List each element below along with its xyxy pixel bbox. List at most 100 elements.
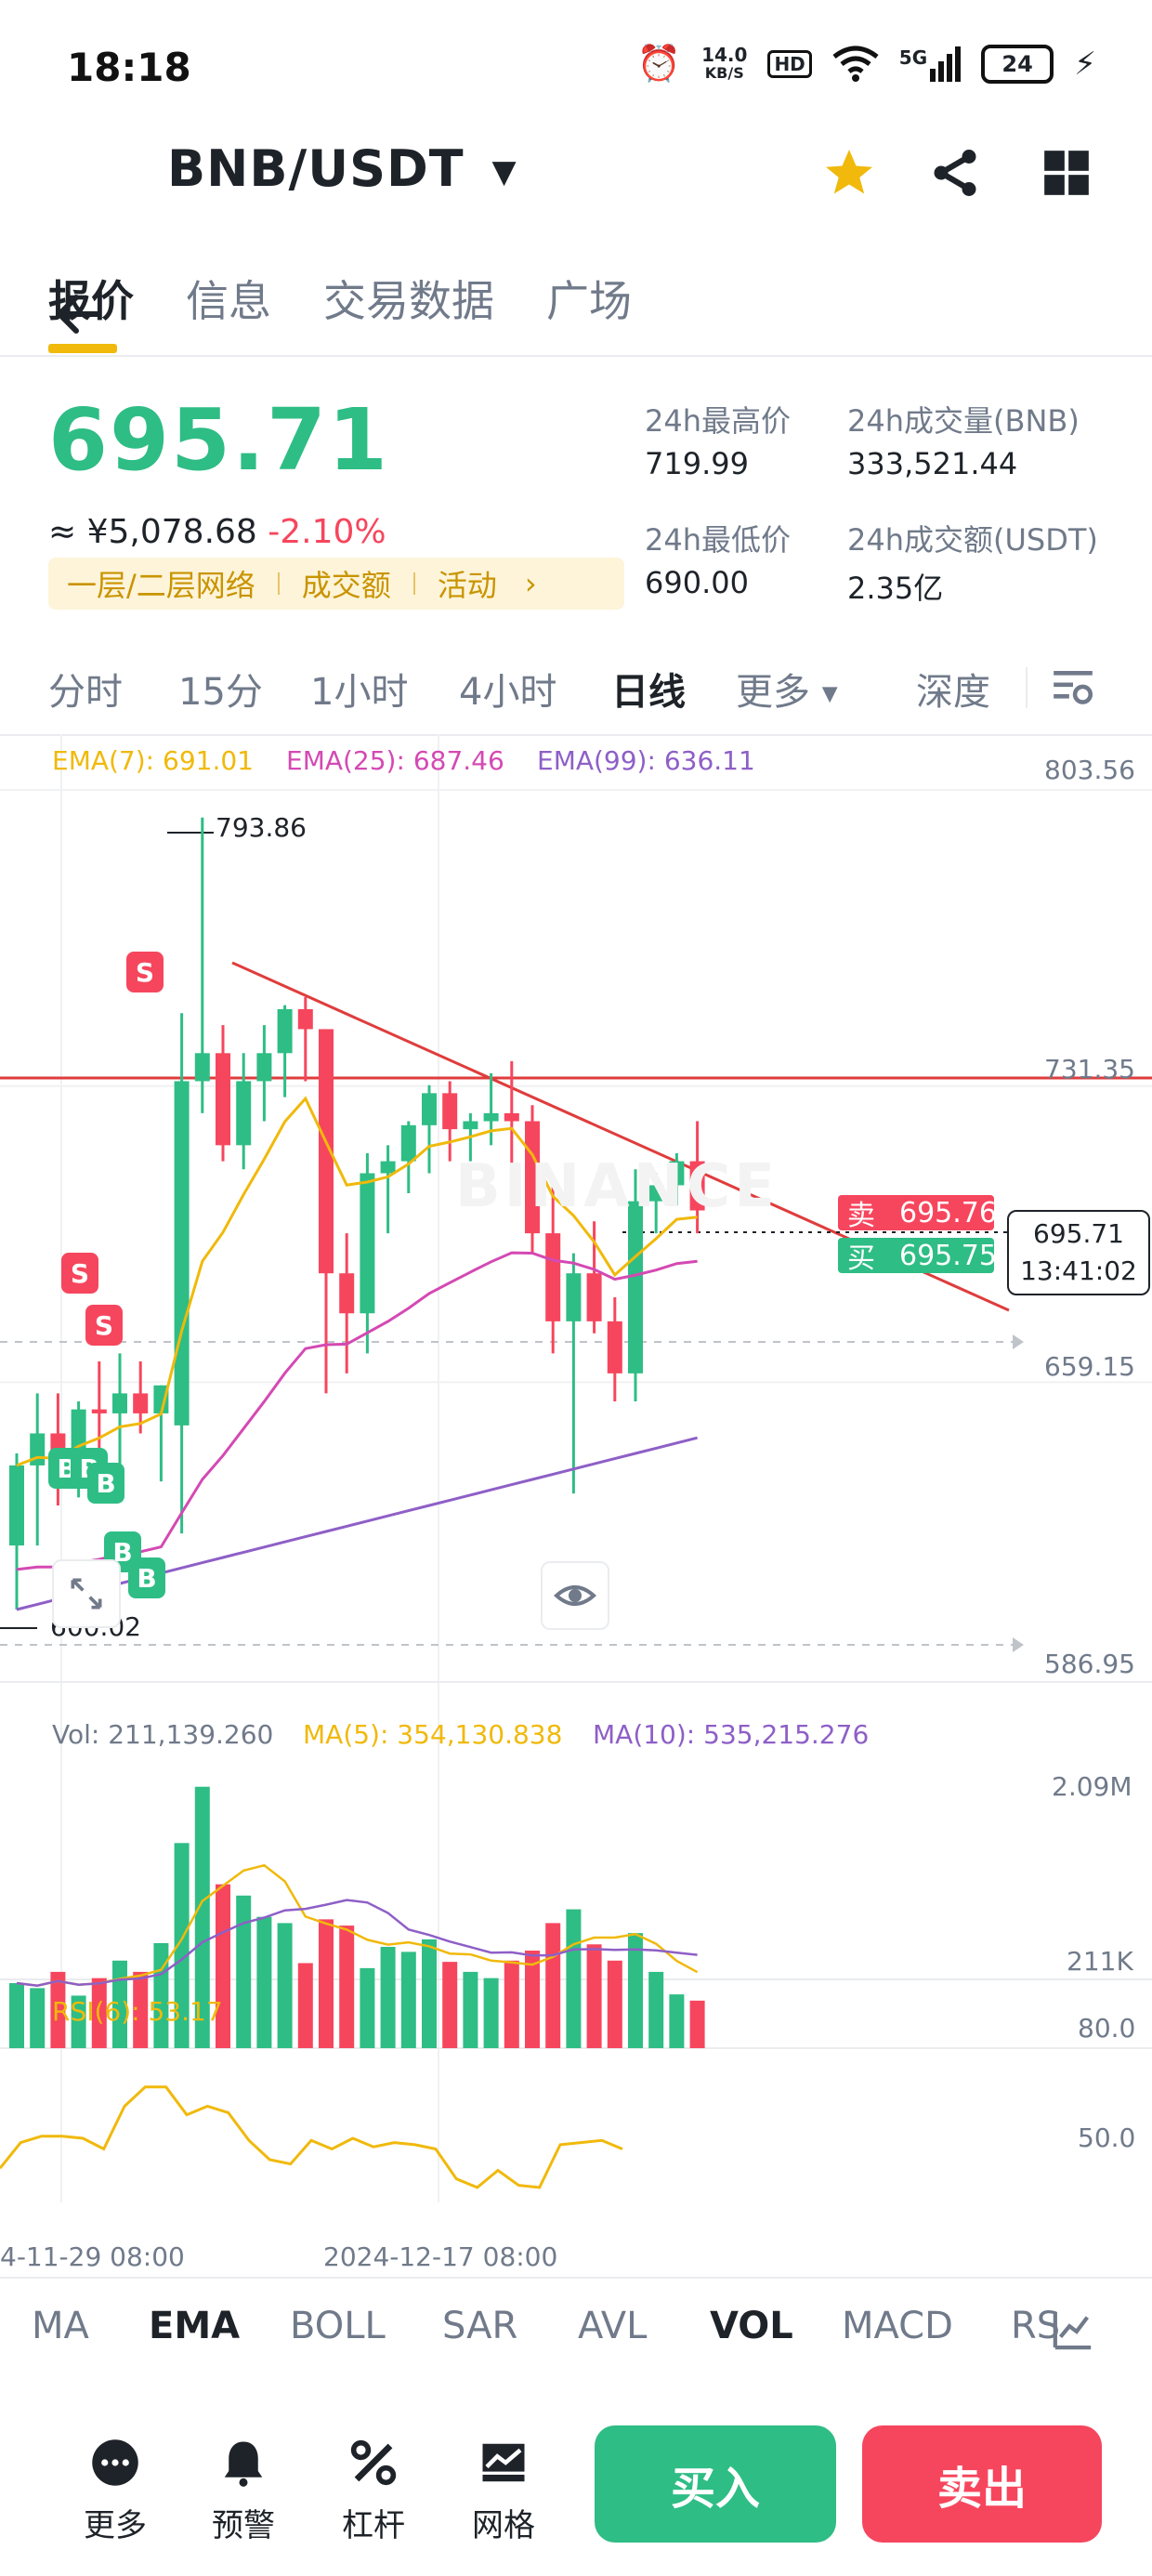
tf-depth[interactable]: 深度 [916, 662, 990, 716]
tabs-divider [0, 355, 1152, 357]
grid-menu-icon[interactable] [1042, 149, 1091, 197]
buy-marker[interactable]: B [87, 1463, 124, 1504]
nav-grid[interactable]: 网格 [448, 2435, 559, 2545]
tf-1d[interactable]: 日线 [611, 662, 686, 716]
indicator-ma[interactable]: MA [32, 2305, 89, 2347]
candle-body [339, 1273, 355, 1314]
tf-4h[interactable]: 4小时 [459, 662, 556, 716]
indicator-boll[interactable]: BOLL [290, 2305, 386, 2347]
tab-square[interactable]: 广场 [546, 268, 632, 329]
volume-bar [297, 1963, 313, 2048]
ema7-legend: EMA(7): 691.01 [52, 745, 254, 776]
bid-tag: 买 695.75 [838, 1238, 997, 1275]
buy-marker[interactable]: B [128, 1557, 165, 1598]
nav-leverage[interactable]: 杠杆 [318, 2435, 429, 2545]
favorite-star-icon[interactable] [821, 145, 877, 201]
speed-unit: KB/S [704, 63, 744, 82]
nav-label: 网格 [472, 2507, 535, 2544]
expand-chart-button[interactable] [52, 1559, 121, 1628]
promo-banner[interactable]: 一层/二层网络 成交额 活动 › [48, 558, 624, 610]
tf-realtime[interactable]: 分时 [48, 662, 123, 716]
volume-bar [30, 1988, 46, 2048]
candle-body [216, 1053, 230, 1146]
volume-bar [256, 1916, 272, 2048]
tf-more[interactable]: 更多 ▼ [736, 662, 838, 716]
network-type: 5G [898, 46, 928, 69]
low-value: 690.00 [645, 565, 749, 600]
sell-marker[interactable]: S [85, 1305, 123, 1346]
last-price: 695.71 [48, 390, 390, 490]
volume-bar [360, 1967, 375, 2048]
indicator-tabs: MA EMA BOLL SAR AVL VOL MACD RS [0, 2305, 1152, 2360]
tf-1h[interactable]: 1小时 [310, 662, 408, 716]
status-time: 18:18 [67, 45, 191, 90]
chart-settings-icon[interactable] [1050, 665, 1096, 712]
sell-button[interactable]: 卖出 [862, 2425, 1102, 2543]
candle-body [256, 1053, 272, 1082]
pair-selector[interactable]: BNB/USDT ▼ [167, 139, 517, 198]
volume-bar [607, 1960, 622, 2048]
hd-icon: HD [767, 49, 812, 78]
network-speed: 14.0 KB/S [701, 46, 747, 83]
date-axis-label: 2024-12-17 08:00 [323, 2241, 558, 2272]
candle-body [236, 1081, 252, 1146]
battery-level: 24 [1001, 50, 1033, 77]
date-axis-divider [0, 2277, 1152, 2279]
volume-bar [380, 1946, 396, 2048]
visibility-toggle-button[interactable] [541, 1561, 609, 1630]
volume-bar [277, 1923, 293, 2048]
pair-name: BNB/USDT [167, 139, 465, 198]
caret-down-icon: ▼ [821, 682, 838, 706]
indicator-avl[interactable]: AVL [578, 2305, 647, 2347]
active-tab-indicator [48, 344, 117, 353]
indicator-macd[interactable]: MACD [842, 2305, 953, 2347]
volume-bar [669, 1994, 685, 2048]
promo-item: 活动 [437, 568, 497, 603]
sell-marker[interactable]: S [61, 1253, 98, 1294]
indicator-sar[interactable]: SAR [442, 2305, 517, 2347]
price-axis-label: 586.95 [1044, 1649, 1135, 1679]
tab-quote[interactable]: 报价 [48, 268, 134, 329]
indicator-ema[interactable]: EMA [149, 2305, 240, 2347]
volume-bar [422, 1939, 437, 2048]
caret-down-icon: ▼ [491, 153, 517, 191]
volume-bar [400, 1952, 416, 2048]
candle-body [628, 1201, 643, 1373]
price-axis-label: 731.35 [1044, 1054, 1135, 1084]
candle-body [133, 1393, 149, 1413]
indicator-settings-icon[interactable] [1052, 2308, 1094, 2351]
candlestick-chart[interactable] [0, 734, 1152, 2277]
buy-button[interactable]: 买入 [595, 2425, 836, 2543]
volume-bar [236, 1895, 252, 2048]
candle-body [483, 1112, 499, 1122]
price-axis-label: 659.15 [1044, 1351, 1135, 1382]
more-dots-icon [87, 2435, 143, 2491]
main-tabs: 报价 信息 交易数据 广场 [48, 268, 632, 329]
chevron-right-icon: › [524, 566, 537, 601]
volume-ma5-legend: MA(5): 354,130.838 [303, 1719, 563, 1750]
expand-icon [71, 1578, 102, 1610]
indicator-vol[interactable]: VOL [710, 2305, 793, 2347]
tf-15m[interactable]: 15分 [178, 662, 263, 716]
ask-price: 695.76 [899, 1196, 997, 1229]
volume-axis-label: 2.09M [1052, 1771, 1132, 1802]
share-icon[interactable] [927, 145, 983, 201]
candle-body [194, 1053, 210, 1082]
volume-bar [442, 1962, 458, 2048]
timeframe-tabs: 分时 15分 1小时 4小时 日线 更多 ▼ 深度 [0, 658, 1152, 723]
candle-body [504, 1112, 519, 1122]
sell-marker[interactable]: S [126, 952, 164, 992]
nav-alert[interactable]: 预警 [188, 2435, 299, 2545]
price-axis-label: 803.56 [1044, 755, 1135, 785]
candle-body [9, 1465, 24, 1546]
dash-arrow [1013, 1637, 1024, 1652]
status-bar: 18:18 ⏰ 14.0 KB/S HD 5G 24 ⚡ [0, 0, 1152, 139]
candle-countdown: 13:41:02 [1020, 1255, 1137, 1286]
tab-trade-data[interactable]: 交易数据 [323, 268, 494, 329]
ask-tag: 卖 695.76 [838, 1195, 997, 1232]
vol-bnb-label: 24h成交量(BNB) [847, 403, 1080, 439]
candle-body [91, 1409, 107, 1413]
tab-info[interactable]: 信息 [186, 268, 271, 329]
nav-more[interactable]: 更多 [59, 2435, 171, 2545]
rsi-axis-label: 80.0 [1078, 2013, 1136, 2044]
